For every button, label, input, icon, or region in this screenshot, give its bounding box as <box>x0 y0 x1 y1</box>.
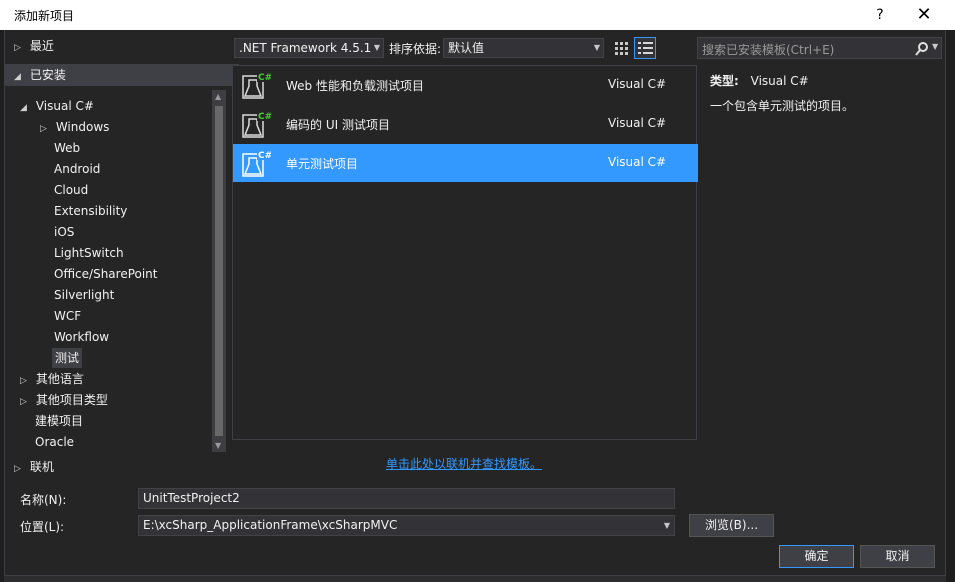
browse-button[interactable]: 浏览(B)... <box>689 514 774 537</box>
tree-installed[interactable]: ◢ 已安装 <box>4 64 239 86</box>
name-field[interactable]: UnitTestProject2 <box>138 488 675 509</box>
tree-item-label: Windows <box>55 120 110 134</box>
tree-item-label: 其他项目类型 <box>35 393 108 407</box>
tree-lightswitch[interactable]: LightSwitch <box>54 243 124 263</box>
tree-wcf[interactable]: WCF <box>54 306 81 326</box>
details-type-label: 类型: <box>710 74 739 88</box>
online-templates-link-text[interactable]: 单击此处以联机并查找模板。 <box>386 457 542 471</box>
list-view-icon <box>638 42 653 54</box>
svg-text:C#: C# <box>258 73 271 83</box>
chevron-down-icon[interactable]: ▼ <box>664 516 670 535</box>
details-type: 类型: Visual C# <box>710 72 809 89</box>
chevron-right-icon: ▷ <box>40 124 47 134</box>
search-icon[interactable] <box>914 41 930 57</box>
location-label: 位置(L): <box>20 520 65 534</box>
tree-oracle[interactable]: Oracle <box>35 432 74 450</box>
sort-select[interactable]: 默认值 ▼ <box>443 38 604 58</box>
background-window-edge <box>946 30 955 582</box>
tree-android[interactable]: Android <box>54 159 100 179</box>
sort-label: 排序依据: <box>389 42 442 56</box>
template-language: Visual C# <box>608 155 667 169</box>
template-name: Web 性能和负载测试项目 <box>286 79 424 93</box>
framework-select[interactable]: .NET Framework 4.5.1 ▼ <box>234 38 384 58</box>
tree-visual-csharp[interactable]: ◢ Visual C# <box>20 96 94 116</box>
chevron-right-icon: ▷ <box>20 376 27 386</box>
grid-view-icon <box>615 42 628 55</box>
template-name: 单元测试项目 <box>286 157 359 171</box>
window-title: 添加新项目 <box>14 9 75 23</box>
installed-tree: ◢ Visual C# ▷ Windows Web Android Cloud … <box>8 90 228 452</box>
location-value: E:\xcSharp_ApplicationFrame\xcSharpMVC <box>143 518 398 532</box>
title-bar: 添加新项目 ? ✕ <box>0 0 955 30</box>
tree-workflow[interactable]: Workflow <box>54 327 109 347</box>
tree-item-label: 其他语言 <box>35 372 84 386</box>
tree-test-selected[interactable]: 测试 <box>52 348 83 368</box>
help-button[interactable]: ? <box>868 4 892 26</box>
scroll-thumb[interactable] <box>215 106 223 436</box>
template-language: Visual C# <box>608 77 667 91</box>
chevron-down-icon: ▼ <box>593 43 600 52</box>
chevron-right-icon: ▷ <box>14 464 21 474</box>
tree-office-sharepoint[interactable]: Office/SharePoint <box>54 264 158 284</box>
sort-value: 默认值 <box>448 41 485 55</box>
details-type-value: Visual C# <box>750 74 809 88</box>
grid-view-button[interactable] <box>611 38 631 58</box>
chevron-right-icon: ▷ <box>20 397 27 407</box>
tree-silverlight[interactable]: Silverlight <box>54 285 114 305</box>
svg-text:C#: C# <box>258 112 271 122</box>
online-templates-link[interactable]: 单击此处以联机并查找模板。 <box>386 455 542 472</box>
scroll-up-icon[interactable]: ▲ <box>215 92 221 101</box>
location-field[interactable]: E:\xcSharp_ApplicationFrame\xcSharpMVC ▼ <box>138 515 675 536</box>
template-item[interactable]: C# Web 性能和负载测试项目 Visual C# <box>233 66 698 104</box>
flask-csharp-icon: C# <box>242 149 271 177</box>
search-placeholder: 搜索已安装模板(Ctrl+E) <box>702 43 835 57</box>
template-item-selected[interactable]: C# 单元测试项目 Visual C# <box>233 144 698 182</box>
template-list: C# Web 性能和负载测试项目 Visual C# C# 编码的 UI 测试项… <box>232 65 698 440</box>
tree-recent-label: 最近 <box>29 39 54 53</box>
template-name: 编码的 UI 测试项目 <box>286 118 390 132</box>
triangle-down-icon: ◢ <box>20 103 27 113</box>
tree-windows[interactable]: ▷ Windows <box>40 117 109 137</box>
framework-value: .NET Framework 4.5.1 <box>239 41 372 55</box>
flask-csharp-icon: C# <box>242 110 271 138</box>
scroll-down-icon[interactable]: ▼ <box>215 441 221 450</box>
ok-button[interactable]: 确定 <box>779 545 854 568</box>
tree-other-project-types[interactable]: ▷ 其他项目类型 <box>20 390 108 410</box>
cancel-button[interactable]: 取消 <box>860 545 935 568</box>
tree-other-languages[interactable]: ▷ 其他语言 <box>20 369 84 389</box>
tree-online-label: 联机 <box>29 460 54 474</box>
search-box[interactable]: 搜索已安装模板(Ctrl+E) ▼ <box>697 37 942 59</box>
tree-extensibility[interactable]: Extensibility <box>54 201 127 221</box>
template-language: Visual C# <box>608 116 667 130</box>
name-label: 名称(N): <box>20 493 67 507</box>
tree-visual-csharp-label: Visual C# <box>35 99 94 113</box>
close-button[interactable]: ✕ <box>910 3 938 27</box>
tree-recent[interactable]: ▷ 最近 <box>4 36 239 56</box>
tree-cloud[interactable]: Cloud <box>54 180 88 200</box>
chevron-down-icon: ▼ <box>373 43 380 52</box>
details-description: 一个包含单元测试的项目。 <box>710 99 855 113</box>
tree-modeling-projects[interactable]: 建模项目 <box>35 411 83 431</box>
list-view-button[interactable] <box>634 37 656 59</box>
tree-online[interactable]: ▷ 联机 <box>4 457 239 477</box>
tree-scrollbar[interactable]: ▲ ▼ <box>212 90 226 452</box>
tree-web[interactable]: Web <box>54 138 80 158</box>
chevron-down-icon[interactable]: ▼ <box>932 42 938 51</box>
svg-text:C#: C# <box>258 151 271 161</box>
tree-ios[interactable]: iOS <box>54 222 74 242</box>
tree-installed-label: 已安装 <box>29 68 66 82</box>
triangle-down-icon: ◢ <box>14 72 21 82</box>
chevron-right-icon: ▷ <box>14 43 21 53</box>
template-item[interactable]: C# 编码的 UI 测试项目 Visual C# <box>233 105 698 143</box>
flask-csharp-icon: C# <box>242 71 271 99</box>
